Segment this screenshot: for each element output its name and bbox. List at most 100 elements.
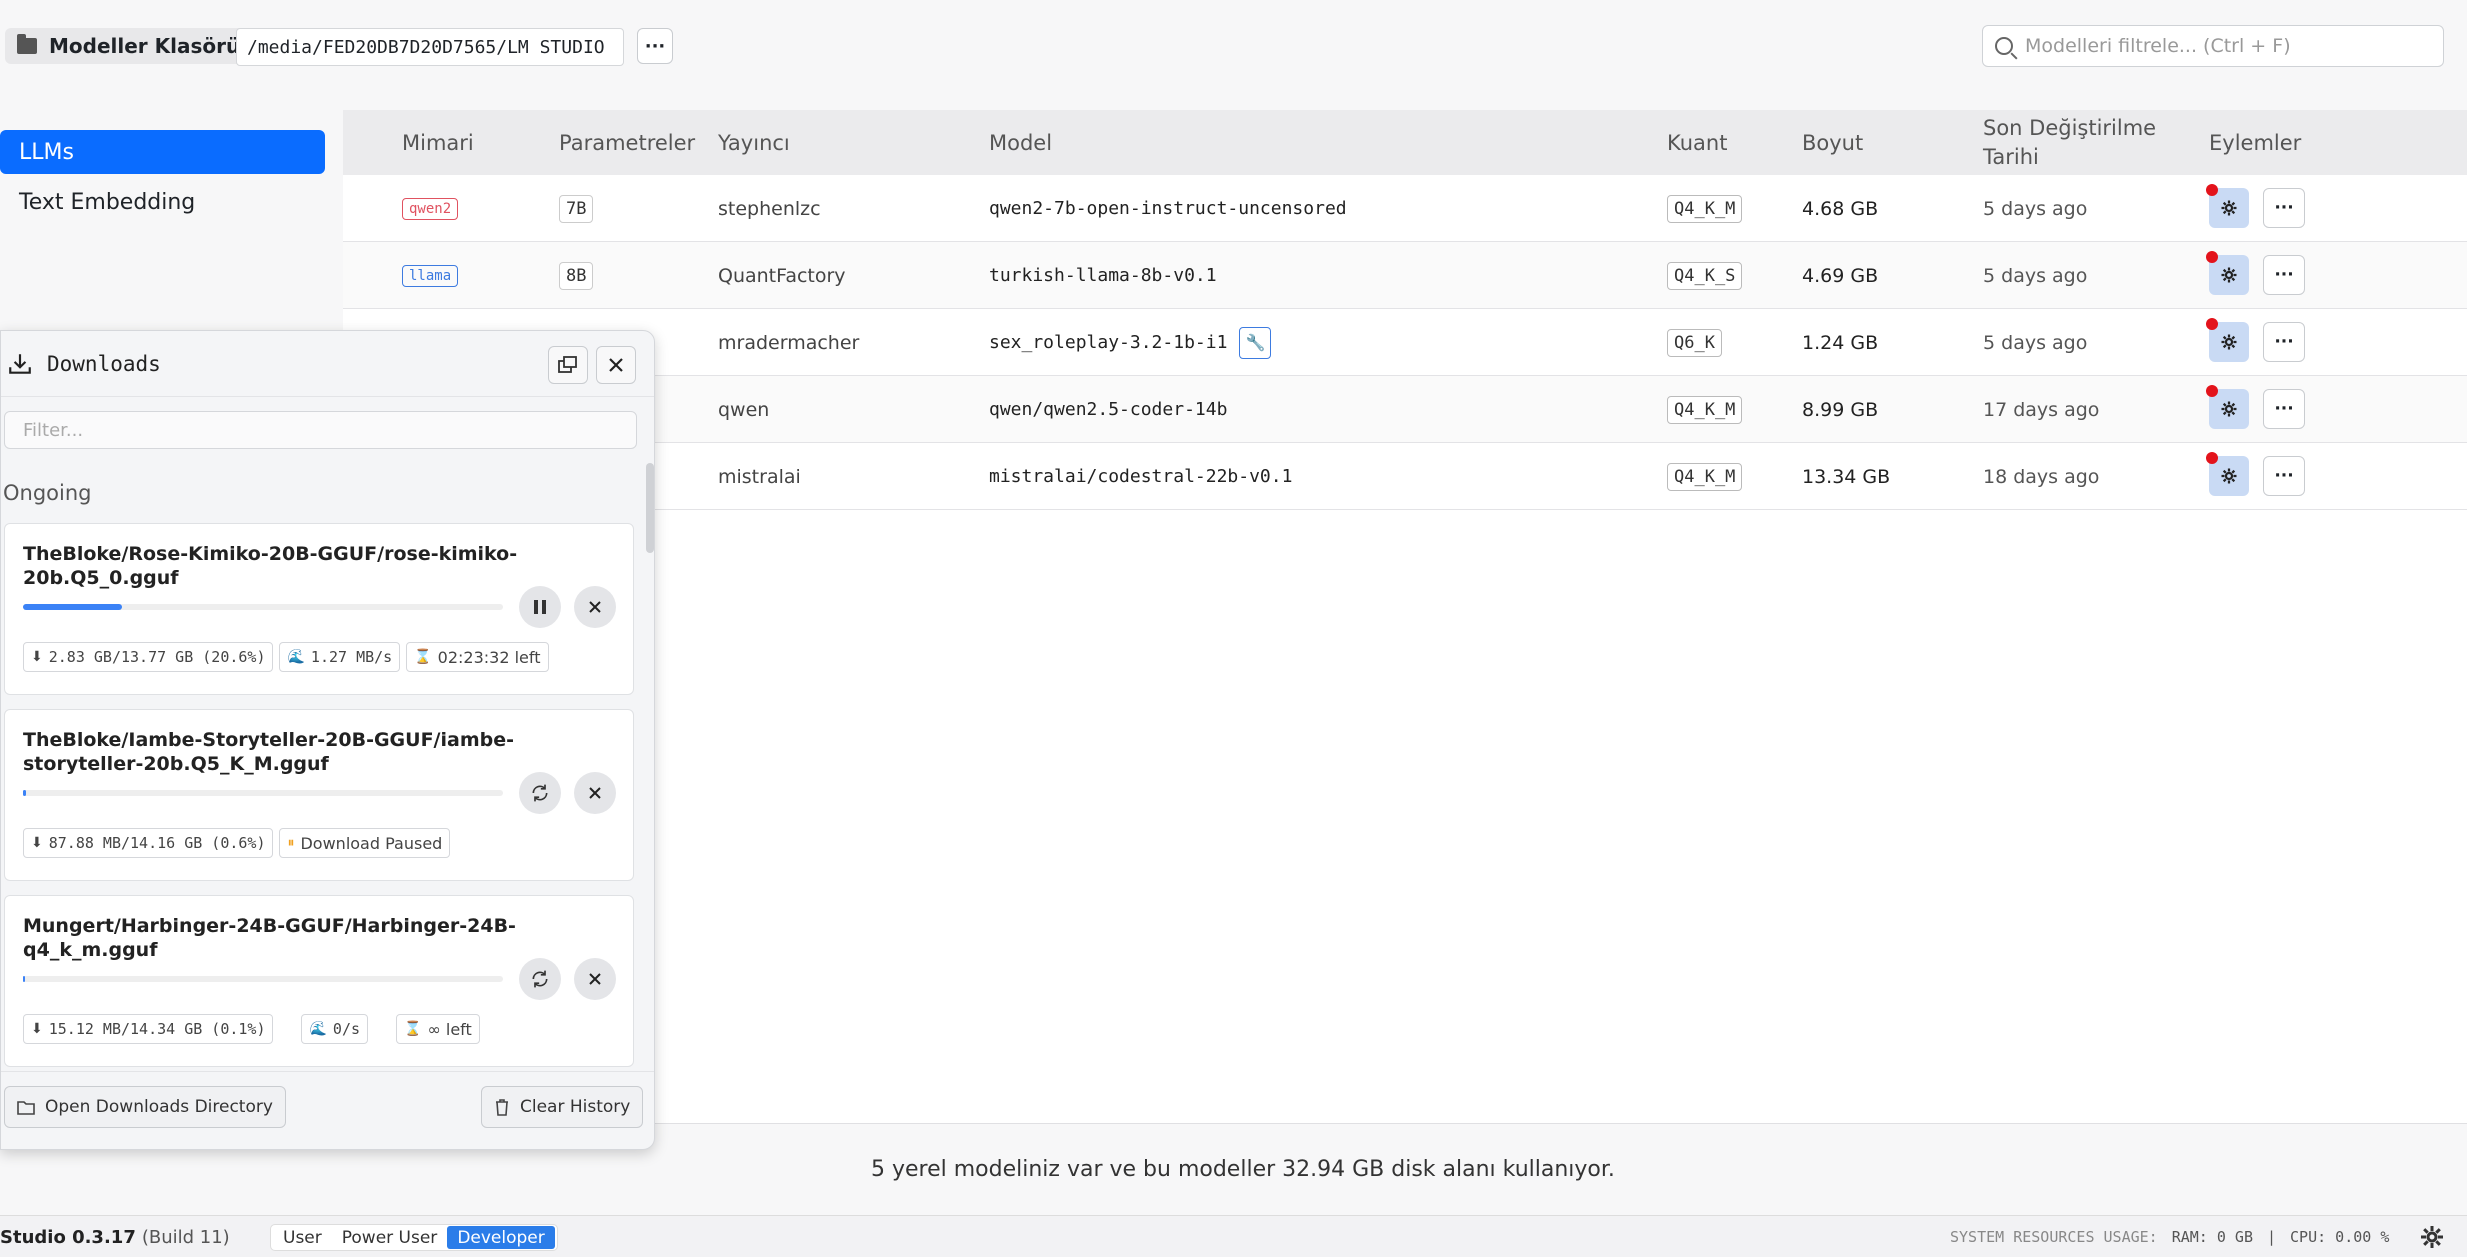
mode-power-user[interactable]: Power User	[332, 1226, 448, 1249]
popout-icon	[558, 356, 577, 373]
speed-icon: 🌊	[287, 649, 305, 665]
model-settings-button[interactable]	[2206, 251, 2249, 295]
download-progress-bar	[23, 976, 503, 982]
model-settings-button[interactable]	[2206, 318, 2249, 362]
table-row[interactable]: mradermacher sex_roleplay-3.2-1b-i1 🔧 Q6_…	[343, 309, 2467, 376]
close-downloads-button[interactable]	[596, 346, 636, 384]
table-row[interactable]: qwen2 7B stephenlzc qwen2-7b-open-instru…	[343, 175, 2467, 242]
header-size[interactable]: Boyut	[1802, 110, 1863, 175]
download-speed: 1.27 MB/s	[310, 648, 393, 666]
usage-separator: |	[2267, 1228, 2277, 1246]
cancel-download-button[interactable]	[574, 958, 616, 1000]
clear-history-button[interactable]: Clear History	[481, 1086, 644, 1128]
quant-tag: Q4_K_S	[1667, 261, 1743, 290]
speed-icon: 🌊	[309, 1021, 327, 1037]
arrow-down-icon: ⬇	[31, 835, 43, 851]
download-progress-fill	[23, 604, 122, 610]
download-progress-bar	[23, 604, 503, 610]
status-bar: Studio 0.3.17 (Build 11) User Power User…	[0, 1215, 2467, 1257]
model-filter-box[interactable]	[1982, 25, 2444, 67]
settings-gear-icon[interactable]	[2420, 1225, 2444, 1249]
model-settings-button[interactable]	[2206, 385, 2249, 429]
system-resources: SYSTEM RESOURCES USAGE: RAM: 0 GB | CPU:…	[1950, 1216, 2389, 1257]
size-pill: ⬇ 2.83 GB/13.77 GB (20.6%)	[23, 642, 274, 672]
model-name-cell: mistralai/codestral-22b-v0.1	[989, 466, 1293, 487]
gear-icon	[2221, 267, 2237, 283]
download-icon	[9, 353, 31, 374]
resume-button[interactable]	[519, 958, 561, 1000]
model-more-button[interactable]: ···	[2263, 255, 2305, 295]
refresh-icon	[532, 784, 548, 802]
header-model[interactable]: Model	[989, 110, 1052, 175]
close-icon	[589, 787, 601, 799]
download-progress-fill	[23, 790, 26, 796]
header-modified-date[interactable]: Son Değiştirilme Tarihi	[1983, 110, 2156, 175]
app-name: Studio 0.3.17	[0, 1226, 136, 1248]
model-settings-button[interactable]	[2206, 452, 2249, 496]
header-parameters[interactable]: Parametreler	[559, 110, 695, 175]
eta-pill: ⌛ ∞ left	[396, 1014, 480, 1044]
download-stats: ⬇ 15.12 MB/14.34 GB (0.1%) 🌊 0/s ⌛ ∞ left	[23, 1014, 480, 1044]
model-settings-button[interactable]	[2206, 184, 2249, 228]
download-filename: Mungert/Harbinger-24B-GGUF/Harbinger-24B…	[23, 915, 516, 961]
eta-pill: ⌛ 02:23:32 left	[406, 642, 549, 672]
models-folder-label: Modeller Klasörü	[5, 28, 251, 64]
header-architecture[interactable]: Mimari	[402, 110, 474, 175]
architecture-tag: qwen2	[402, 197, 459, 220]
open-downloads-directory-button[interactable]: Open Downloads Directory	[4, 1086, 286, 1128]
wrench-icon[interactable]: 🔧	[1239, 326, 1272, 359]
header-quant[interactable]: Kuant	[1667, 110, 1727, 175]
table-row[interactable]: llama 8B QuantFactory turkish-llama-8b-v…	[343, 242, 2467, 309]
model-filter-input[interactable]	[2025, 35, 2425, 57]
gear-icon	[2221, 334, 2237, 350]
model-name-cell: qwen/qwen2.5-coder-14b	[989, 399, 1228, 420]
cancel-download-button[interactable]	[574, 586, 616, 628]
folder-path-field[interactable]: /media/FED20DB7D20D7565/LM STUDIO	[236, 28, 624, 66]
downloads-title: Downloads	[47, 351, 161, 376]
popout-button[interactable]	[548, 346, 588, 384]
status-pill: ⏸ Download Paused	[279, 828, 451, 858]
model-more-button[interactable]: ···	[2263, 389, 2305, 429]
mode-developer[interactable]: Developer	[447, 1226, 555, 1249]
model-more-button[interactable]: ···	[2263, 188, 2305, 228]
modified-date-cell: 5 days ago	[1983, 197, 2088, 220]
model-name-cell: turkish-llama-8b-v0.1	[989, 265, 1217, 286]
open-downloads-directory-label: Open Downloads Directory	[45, 1097, 273, 1117]
publisher-cell: QuantFactory	[718, 264, 846, 287]
download-progress-fill	[23, 976, 25, 982]
gear-icon	[2221, 468, 2237, 484]
download-status: Download Paused	[300, 833, 443, 853]
pause-button[interactable]	[519, 586, 561, 628]
cpu-usage: CPU: 0.00 %	[2290, 1228, 2390, 1246]
download-filename: TheBloke/Rose-Kimiko-20B-GGUF/rose-kimik…	[23, 543, 518, 589]
header-publisher[interactable]: Yayıncı	[718, 110, 790, 175]
clear-history-label: Clear History	[520, 1097, 631, 1117]
sidebar-item-llms[interactable]: LLMs	[0, 130, 325, 174]
model-more-button[interactable]: ···	[2263, 322, 2305, 362]
arrow-down-icon: ⬇	[31, 649, 43, 665]
search-icon	[1995, 37, 2013, 55]
table-row[interactable]: qwen qwen/qwen2.5-coder-14b Q4_K_M 8.99 …	[343, 376, 2467, 443]
downloads-scrollbar[interactable]	[646, 463, 654, 553]
resume-button[interactable]	[519, 772, 561, 814]
size-pill: ⬇ 15.12 MB/14.34 GB (0.1%)	[23, 1014, 274, 1044]
cancel-download-button[interactable]	[574, 772, 616, 814]
model-more-button[interactable]: ···	[2263, 456, 2305, 496]
downloads-filter-input[interactable]	[4, 411, 637, 449]
folder-options-button[interactable]: ···	[637, 28, 673, 64]
downloads-footer: Open Downloads Directory Clear History	[1, 1071, 654, 1149]
size-cell: 8.99 GB	[1802, 398, 1879, 421]
pause-status-icon: ⏸	[287, 835, 295, 851]
table-row[interactable]: mistralai mistralai/codestral-22b-v0.1 Q…	[343, 443, 2467, 510]
mode-user[interactable]: User	[273, 1226, 332, 1249]
parameters-tag: 8B	[559, 261, 594, 290]
size-cell: 4.68 GB	[1802, 197, 1879, 220]
header-modified-line2: Tarihi	[1983, 144, 2039, 169]
notification-dot	[2206, 184, 2218, 196]
sidebar-item-text-embedding[interactable]: Text Embedding	[0, 180, 325, 224]
download-size: 2.83 GB/13.77 GB (20.6%)	[48, 648, 266, 666]
mode-switch[interactable]: User Power User Developer	[270, 1224, 558, 1251]
close-icon	[589, 601, 601, 613]
close-icon	[609, 358, 623, 372]
disk-usage-summary: 5 yerel modeliniz var ve bu modeller 32.…	[343, 1123, 2467, 1215]
